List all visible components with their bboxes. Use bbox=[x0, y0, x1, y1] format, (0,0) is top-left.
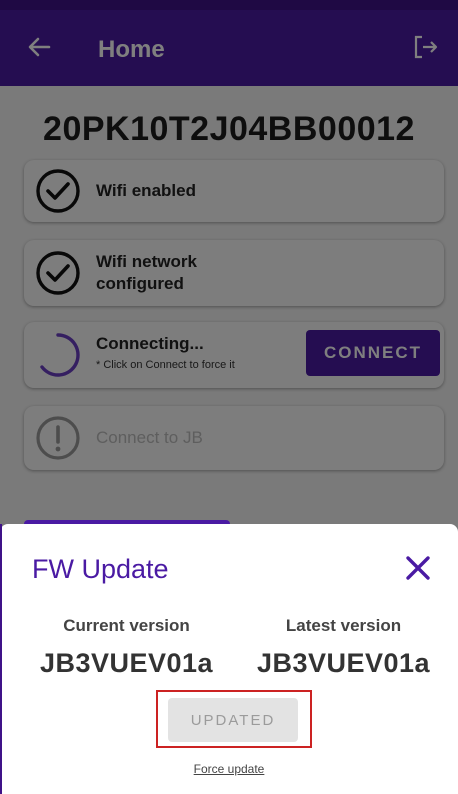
close-icon[interactable] bbox=[404, 554, 432, 582]
sheet-edge bbox=[0, 524, 2, 794]
latest-version-label: Latest version bbox=[285, 616, 402, 635]
force-update-link[interactable]: Force update bbox=[0, 762, 458, 776]
latest-version-block: Latest version JB3VUEV01a bbox=[229, 616, 458, 679]
latest-version-value: JB3VUEV01a bbox=[256, 648, 431, 678]
sheet-title: FW Update bbox=[32, 554, 169, 584]
updated-button[interactable]: UPDATED bbox=[168, 698, 298, 742]
fw-update-sheet: FW Update Current version JB3VUEV01a Lat… bbox=[0, 524, 458, 794]
current-version-label: Current version bbox=[63, 616, 190, 635]
current-version-block: Current version JB3VUEV01a bbox=[12, 616, 241, 679]
current-version-value: JB3VUEV01a bbox=[39, 648, 214, 678]
